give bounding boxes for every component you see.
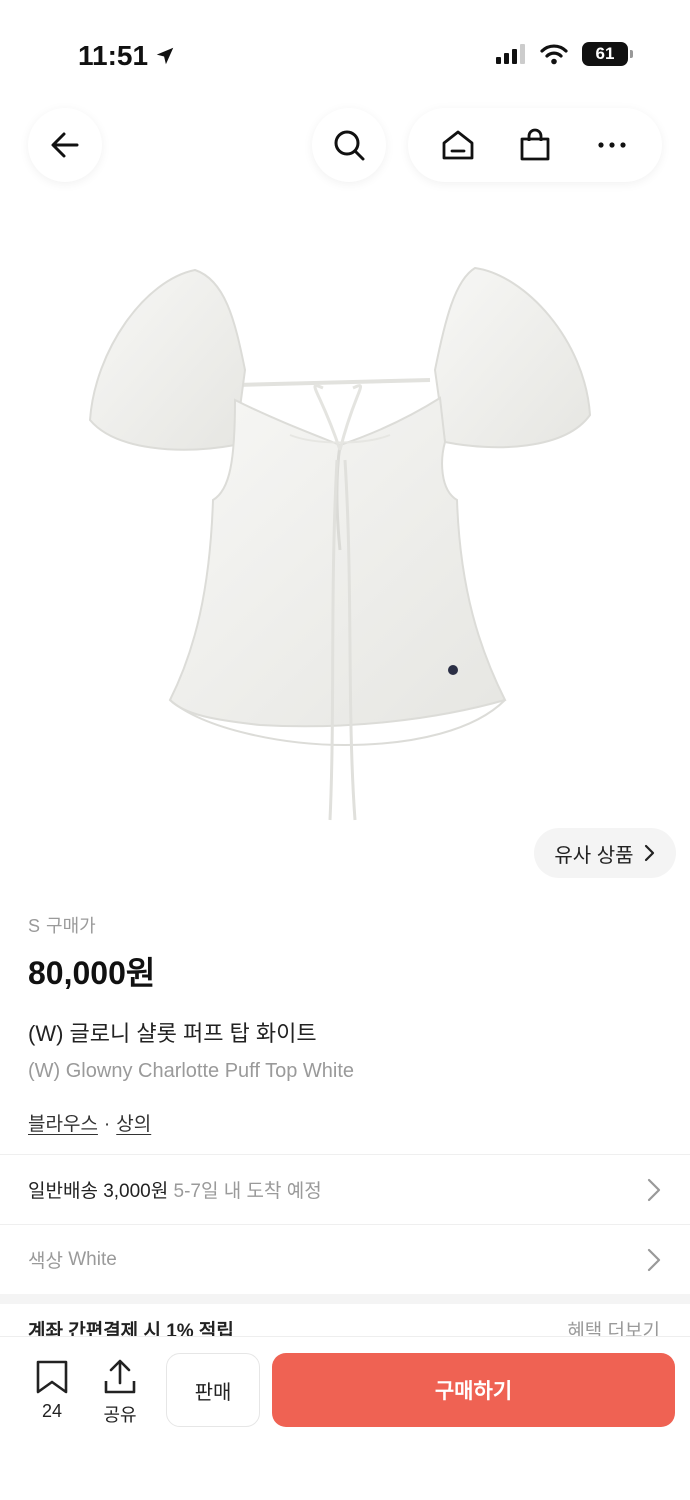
bookmark-button[interactable]: 24 xyxy=(30,1359,74,1422)
shopping-bag-icon xyxy=(520,128,550,161)
nav-action-group xyxy=(408,108,662,182)
category-separator: · xyxy=(103,1114,111,1135)
more-button[interactable] xyxy=(582,115,642,175)
price-label: S 구매가 xyxy=(28,912,668,938)
home-button[interactable] xyxy=(428,115,488,175)
product-name-en: (W) Glowny Charlotte Puff Top White xyxy=(28,1060,355,1082)
chevron-right-icon xyxy=(644,844,654,862)
battery-icon: 61 xyxy=(582,42,633,66)
status-icons: 61 xyxy=(496,42,633,66)
product-image xyxy=(0,230,690,840)
signal-icon xyxy=(496,44,525,64)
sell-label: 판매 xyxy=(194,1381,232,1404)
category-link-secondary[interactable]: 상의 xyxy=(116,1114,151,1135)
status-time-text: 11:51 xyxy=(78,40,149,71)
home-icon xyxy=(442,130,474,160)
product-name-ko: (W) 글로니 샬롯 퍼프 탑 화이트 xyxy=(28,1021,317,1046)
search-icon xyxy=(334,130,365,161)
color-label: 색상 xyxy=(28,1251,63,1272)
price-label-text: 구매가 xyxy=(46,916,96,936)
status-bar: 11:51 61 xyxy=(0,0,690,110)
back-arrow-icon xyxy=(51,132,79,158)
category-link-primary[interactable]: 블라우스 xyxy=(28,1114,98,1135)
product-info: S 구매가 80,000원 (W) 글로니 샬롯 퍼프 탑 화이트 (W) Glo… xyxy=(28,912,668,1136)
price-value: 80,000원 xyxy=(28,955,156,991)
similar-products-button[interactable]: 유사 상품 xyxy=(534,828,676,878)
size-prefix: S xyxy=(28,916,41,936)
similar-products-label: 유사 상품 xyxy=(554,844,634,867)
section-divider xyxy=(0,1294,690,1304)
battery-level: 61 xyxy=(595,44,615,63)
bookmark-icon xyxy=(36,1360,68,1394)
bookmark-count: 24 xyxy=(41,1401,63,1421)
wifi-icon xyxy=(540,44,568,65)
blouse-illustration xyxy=(88,266,592,821)
color-value: White xyxy=(68,1248,117,1270)
buy-button[interactable]: 구매하기 xyxy=(272,1353,675,1427)
location-arrow-icon xyxy=(156,47,174,65)
back-button[interactable] xyxy=(28,108,102,182)
sell-button[interactable]: 판매 xyxy=(166,1353,260,1427)
share-label: 공유 xyxy=(103,1405,137,1425)
search-button[interactable] xyxy=(312,108,386,182)
more-icon xyxy=(598,142,626,148)
status-time: 11:51 xyxy=(78,40,176,72)
color-row[interactable]: 색상 White xyxy=(0,1224,690,1294)
shipping-row[interactable]: 일반배송 3,000원 5-7일 내 도착 예정 xyxy=(0,1154,690,1224)
share-icon xyxy=(104,1359,136,1394)
share-button[interactable]: 공유 xyxy=(96,1359,144,1427)
shipping-eta: 5-7일 내 도착 예정 xyxy=(173,1181,322,1202)
chevron-right-icon xyxy=(647,1248,661,1272)
buy-label: 구매하기 xyxy=(434,1380,513,1403)
shipping-label: 일반배송 3,000원 xyxy=(28,1181,169,1202)
category-breadcrumb: 블라우스 · 상의 xyxy=(28,1109,668,1136)
bottom-action-bar: 24 공유 판매 구매하기 xyxy=(0,1336,690,1500)
cart-button[interactable] xyxy=(505,115,565,175)
chevron-right-icon xyxy=(647,1178,661,1202)
